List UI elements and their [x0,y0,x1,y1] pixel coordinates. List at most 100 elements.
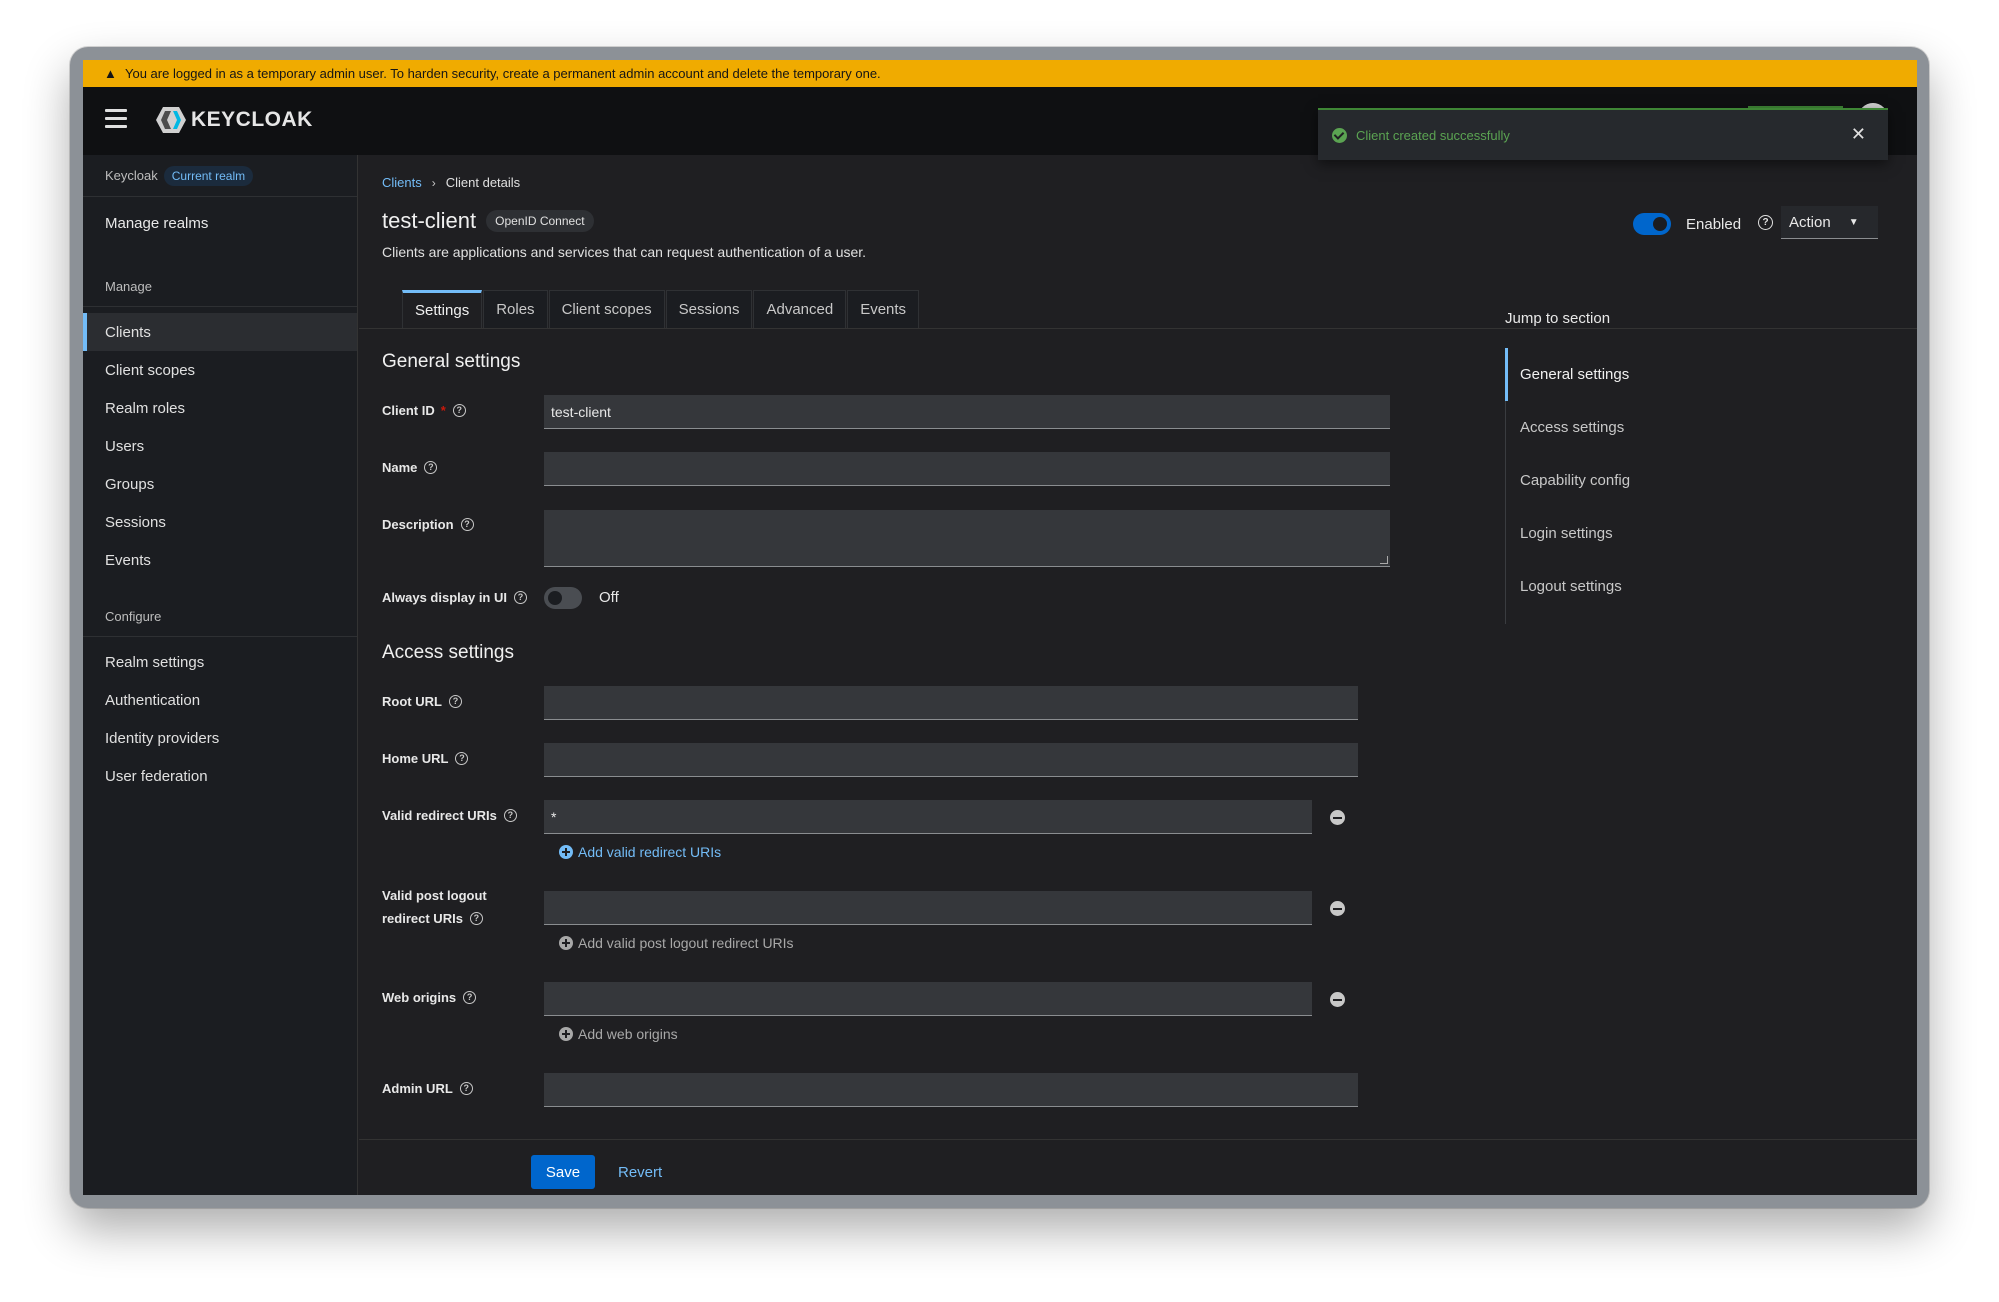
save-button[interactable]: Save [531,1155,595,1189]
tab-roles[interactable]: Roles [483,290,548,328]
help-icon[interactable]: ? [455,752,469,765]
help-icon[interactable]: ? [469,912,483,925]
plus-circle-icon [559,845,573,859]
brand-name: KEYCLOAK [191,108,313,131]
root-url-label-text: Root URL [382,694,442,709]
jump-access-settings[interactable]: Access settings [1506,401,1706,454]
description-textarea[interactable] [544,510,1390,567]
sidebar-item-realm-roles[interactable]: Realm roles [83,389,357,427]
help-icon[interactable]: ? [459,1082,473,1095]
post-logout-input[interactable] [544,891,1312,925]
tab-bar: Settings Roles Client scopes Sessions Ad… [402,290,920,328]
jump-to-section-title: Jump to section [1505,310,1611,327]
help-icon[interactable]: ? [503,809,517,822]
name-input[interactable] [544,452,1390,486]
always-display-label: Always display in UI ? [382,586,527,609]
sidebar-item-groups[interactable]: Groups [83,465,357,503]
sidebar-item-user-federation[interactable]: User federation [83,757,357,795]
jump-general-settings[interactable]: General settings [1505,348,1706,401]
tab-client-scopes[interactable]: Client scopes [548,290,665,328]
description-label-text: Description [382,517,454,532]
close-icon[interactable]: ✕ [1851,124,1866,145]
jump-login-settings[interactable]: Login settings [1506,507,1706,560]
root-url-input[interactable] [544,686,1358,720]
post-logout-label-line2: redirect URIs [382,911,463,926]
valid-redirect-label: Valid redirect URIs ? [382,804,517,827]
add-valid-redirect-link[interactable]: Add valid redirect URIs [559,844,721,860]
keycloak-logo-icon [155,105,187,135]
keycloak-logo[interactable]: KEYCLOAK [155,105,313,135]
form-footer: Save Revert [359,1139,1917,1195]
plus-circle-icon [559,1027,573,1041]
warning-icon: ▲ [104,66,117,81]
nav-section-manage: Manage [83,279,357,307]
realm-name: Keycloak [105,168,158,183]
client-id-input[interactable]: test-client [544,395,1390,429]
valid-redirect-input[interactable]: * [544,800,1312,834]
keycloak-app: ▲ You are logged in as a temporary admin… [83,60,1917,1195]
success-toast: Client created successfully ✕ [1318,108,1888,160]
add-web-origins-link[interactable]: Add web origins [559,1026,678,1042]
jump-logout-settings[interactable]: Logout settings [1506,560,1706,613]
plus-circle-icon [559,936,573,950]
resize-handle-icon[interactable] [1380,556,1388,564]
breadcrumb-current: Client details [445,175,521,190]
name-label: Name ? [382,456,438,479]
add-valid-redirect-text: Add valid redirect URIs [578,844,722,860]
always-display-toggle[interactable] [544,587,582,609]
toast-message: Client created successfully [1356,127,1510,143]
hamburger-menu-icon[interactable] [105,109,127,129]
sidebar-item-client-scopes[interactable]: Client scopes [83,351,357,389]
help-icon[interactable]: ? [1758,215,1773,230]
jump-capability-config[interactable]: Capability config [1506,454,1706,507]
sidebar-item-users[interactable]: Users [83,427,357,465]
sidebar-item-sessions[interactable]: Sessions [83,503,357,541]
tab-advanced[interactable]: Advanced [753,290,847,328]
always-display-label-text: Always display in UI [382,590,507,605]
help-icon[interactable]: ? [452,404,466,417]
help-icon[interactable]: ? [424,461,438,474]
title-row: test-client OpenID Connect [382,208,594,234]
action-dropdown[interactable]: Action ▼ [1781,206,1878,239]
action-label: Action [1789,213,1831,231]
tab-sessions[interactable]: Sessions [665,290,753,328]
client-id-label: Client ID * ? [382,399,466,422]
add-post-logout-text: Add valid post logout redirect URIs [578,935,794,951]
tab-settings[interactable]: Settings [402,290,483,328]
admin-url-input[interactable] [544,1073,1358,1107]
add-post-logout-link[interactable]: Add valid post logout redirect URIs [559,935,794,951]
help-icon[interactable]: ? [514,591,527,604]
enabled-toggle[interactable] [1633,213,1671,235]
tab-events[interactable]: Events [847,290,920,328]
jump-to-section-nav: General settings Access settings Capabil… [1505,348,1706,624]
help-icon[interactable]: ? [448,695,462,708]
sidebar-item-authentication[interactable]: Authentication [83,681,357,719]
admin-url-label-text: Admin URL [382,1081,453,1096]
post-logout-label-line1: Valid post logout [382,888,487,903]
always-display-state: Off [599,589,619,606]
help-icon[interactable]: ? [463,991,477,1004]
page-description: Clients are applications and services th… [382,244,867,260]
help-icon[interactable]: ? [460,518,474,531]
remove-post-logout-uri-icon[interactable] [1330,901,1345,916]
current-realm-badge: Current realm [163,165,254,186]
sidebar-item-realm-settings[interactable]: Realm settings [83,643,357,681]
sidebar-item-events[interactable]: Events [83,541,357,579]
breadcrumb-clients-link[interactable]: Clients [382,175,422,190]
web-origins-label: Web origins ? [382,986,477,1009]
remove-web-origin-icon[interactable] [1330,992,1345,1007]
sidebar-item-clients[interactable]: Clients [83,313,357,351]
valid-redirect-label-text: Valid redirect URIs [382,808,497,823]
home-url-input[interactable] [544,743,1358,777]
general-settings-title: General settings [382,351,521,372]
revert-button[interactable]: Revert [618,1155,662,1189]
sidebar-item-identity-providers[interactable]: Identity providers [83,719,357,757]
name-label-text: Name [382,460,418,475]
page-title: test-client [382,208,477,233]
post-logout-label: Valid post logout redirect URIs ? [382,884,487,930]
web-origins-input[interactable] [544,982,1312,1016]
manage-realms-link[interactable]: Manage realms [83,197,357,249]
remove-redirect-uri-icon[interactable] [1330,810,1345,825]
root-url-label: Root URL ? [382,690,462,713]
realm-selector[interactable]: Keycloak Current realm [83,155,357,197]
